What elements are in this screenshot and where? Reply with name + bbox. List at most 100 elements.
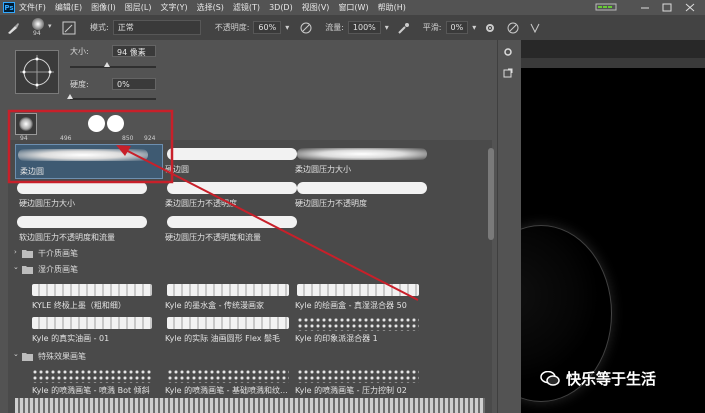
brush-stroke-preview	[167, 216, 297, 228]
brush-item-soft-round[interactable]: 柔边圆	[15, 144, 163, 179]
brush-size-value: 94	[33, 29, 41, 37]
brush-settings-toggle-icon[interactable]	[62, 21, 76, 35]
chevron-down-icon[interactable]: ▾	[285, 23, 289, 32]
symmetry-icon[interactable]	[528, 21, 542, 35]
brush-item-hard-round-pressure-size[interactable]: 硬边圆压力大小	[15, 178, 155, 213]
brush-list-scrollbar[interactable]	[488, 148, 494, 240]
brush-item-label: Kyle 的喷溅画笔 - 基础喷溅和纹...	[165, 386, 288, 395]
brush-item-soft-round-pressure-opacity-flow[interactable]: 软边圆压力不透明度和流量	[15, 212, 155, 247]
brush-item-label: Kyle 的喷溅画笔 - 压力控制 02	[295, 386, 407, 395]
folder-icon	[22, 250, 33, 258]
soft-brush-icon	[19, 117, 33, 131]
menu-help[interactable]: 帮助(H)	[378, 2, 406, 13]
panel-side-strip	[497, 40, 521, 413]
menu-layer[interactable]: 图层(L)	[125, 2, 152, 13]
brush-item-label: Kyle 的真实油画 - 01	[32, 334, 110, 343]
brush-item-wet-6[interactable]: Kyle 的印象派混合器 1	[295, 313, 435, 348]
gear-icon[interactable]	[484, 22, 496, 34]
brush-group-label: 特殊效果画笔	[38, 352, 86, 361]
recent-brush-1[interactable]	[15, 113, 37, 135]
brush-tip-preview[interactable]	[15, 50, 59, 94]
brush-group-dry-media[interactable]: › 干介质画笔	[8, 247, 492, 260]
photoshop-logo: Ps	[3, 2, 15, 13]
hardness-value-field[interactable]: 0%	[112, 78, 156, 90]
menu-type[interactable]: 文字(Y)	[160, 2, 187, 13]
brush-stroke-preview	[297, 284, 419, 296]
brush-group-special-effects[interactable]: ⌄ 特殊效果画笔	[8, 350, 492, 363]
brush-stroke-preview	[32, 317, 152, 329]
chevron-down-icon: ▾	[48, 21, 52, 30]
brush-item-special-1[interactable]: Kyle 的喷溅画笔 - 喷溅 Bot 倾斜	[30, 365, 170, 400]
smoothing-field[interactable]: 0%	[445, 21, 469, 34]
menu-edit[interactable]: 编辑(E)	[55, 2, 82, 13]
brush-angle-icon	[20, 55, 54, 89]
brush-item-label: KYLE 终极上墨（粗和细）	[32, 301, 126, 310]
menu-bar: Ps 文件(F) 编辑(E) 图像(I) 图层(L) 文字(Y) 选择(S) 滤…	[0, 0, 705, 15]
flow-field[interactable]: 100%	[347, 21, 381, 34]
brush-item-wet-1[interactable]: KYLE 终极上墨（粗和细）	[30, 280, 170, 315]
new-preset-icon[interactable]	[503, 68, 513, 78]
size-slider-thumb[interactable]	[104, 62, 110, 67]
menu-file[interactable]: 文件(F)	[19, 2, 46, 13]
mode-select[interactable]: 正常	[112, 20, 201, 35]
brush-item-hard-round-pressure-opacity[interactable]: 硬边圆压力不透明度	[295, 178, 435, 213]
brush-item-wet-5[interactable]: Kyle 的实际 油画圆形 Flex 鬃毛	[165, 313, 305, 348]
brush-item-hard-round[interactable]: 硬边圆	[165, 144, 305, 179]
brush-item-hard-round-pressure-opacity-flow[interactable]: 硬边圆压力不透明度和流量	[165, 212, 305, 247]
menu-select[interactable]: 选择(S)	[197, 2, 224, 13]
brush-group-wet-media[interactable]: ⌄ 湿介质画笔	[8, 263, 492, 276]
hardness-slider-track[interactable]	[70, 98, 156, 100]
pressure-size-icon[interactable]	[506, 21, 520, 35]
brush-item-wet-2[interactable]: Kyle 的墨水盒 - 传统漫画家	[165, 280, 305, 315]
brush-item-soft-round-pressure-size[interactable]: 柔边圆压力大小	[295, 144, 435, 179]
recent-brushes-strip: 94 496 850 924	[8, 108, 168, 142]
brush-stroke-preview	[167, 148, 297, 160]
smoothing-label: 平滑:	[422, 23, 442, 32]
brush-item-special-3[interactable]: Kyle 的喷溅画笔 - 压力控制 02	[295, 365, 435, 400]
brush-item-label: 硬边圆压力不透明度	[295, 199, 367, 208]
recent-brush-3[interactable]	[88, 115, 105, 132]
opacity-label: 不透明度:	[214, 23, 250, 32]
flow-label: 流量:	[325, 23, 344, 32]
brush-stroke-preview	[32, 284, 152, 296]
brush-stroke-preview	[297, 148, 427, 160]
brush-item-label: 柔边圆	[20, 167, 44, 176]
brush-item-wet-3[interactable]: Kyle 的绘画盒 - 真湿混合器 50	[295, 280, 435, 315]
chevron-right-icon: ›	[14, 248, 17, 256]
brush-item-label: 软边圆压力不透明度和流量	[19, 233, 115, 242]
size-slider-track[interactable]	[70, 66, 156, 68]
airbrush-icon[interactable]	[397, 21, 411, 35]
menu-image[interactable]: 图像(I)	[91, 2, 116, 13]
brush-item-soft-round-pressure-opacity[interactable]: 柔边圆压力不透明度	[165, 178, 305, 213]
brush-stroke-preview	[167, 182, 297, 194]
hardness-slider-thumb[interactable]	[67, 94, 73, 99]
opacity-field[interactable]: 60%	[253, 21, 282, 34]
minimize-icon[interactable]	[638, 2, 652, 13]
brush-item-wet-4[interactable]: Kyle 的真实油画 - 01	[30, 313, 170, 348]
brush-item-special-2[interactable]: Kyle 的喷溅画笔 - 基础喷溅和纹...	[165, 365, 305, 400]
chevron-down-icon[interactable]: ▾	[385, 23, 389, 32]
menu-window[interactable]: 窗口(W)	[338, 2, 368, 13]
watermark-text: 快乐等于生活	[566, 370, 657, 388]
brush-tool-icon[interactable]	[6, 21, 20, 35]
pressure-opacity-icon[interactable]	[299, 21, 313, 35]
brush-item-label: 柔边圆压力大小	[295, 165, 351, 174]
brush-stroke-preview	[18, 149, 148, 161]
brush-item-label: Kyle 的墨水盒 - 传统漫画家	[165, 301, 265, 310]
brush-group-label: 湿介质画笔	[38, 265, 78, 274]
recent-brush-4[interactable]	[107, 115, 124, 132]
menu-view[interactable]: 视图(V)	[302, 2, 330, 13]
brush-preview-icon	[32, 17, 44, 30]
tool-options-bar: 94 ▾ 模式: 正常 不透明度: 60% ▾ 流量: 100% ▾ 平滑: 0…	[0, 15, 705, 41]
menu-filter[interactable]: 滤镜(T)	[233, 2, 260, 13]
brush-preset-picker[interactable]: 94 ▾	[28, 17, 54, 38]
menu-3d[interactable]: 3D(D)	[269, 3, 293, 12]
brush-item-label: 硬边圆	[165, 165, 189, 174]
chevron-down-icon[interactable]: ▾	[472, 23, 476, 32]
size-value-field[interactable]: 94 像素	[112, 45, 156, 57]
maximize-icon[interactable]	[660, 2, 674, 13]
watermark: 快乐等于生活	[540, 368, 656, 389]
gear-icon[interactable]	[503, 47, 513, 57]
brush-stroke-preview	[167, 284, 289, 296]
close-icon[interactable]	[683, 2, 697, 13]
